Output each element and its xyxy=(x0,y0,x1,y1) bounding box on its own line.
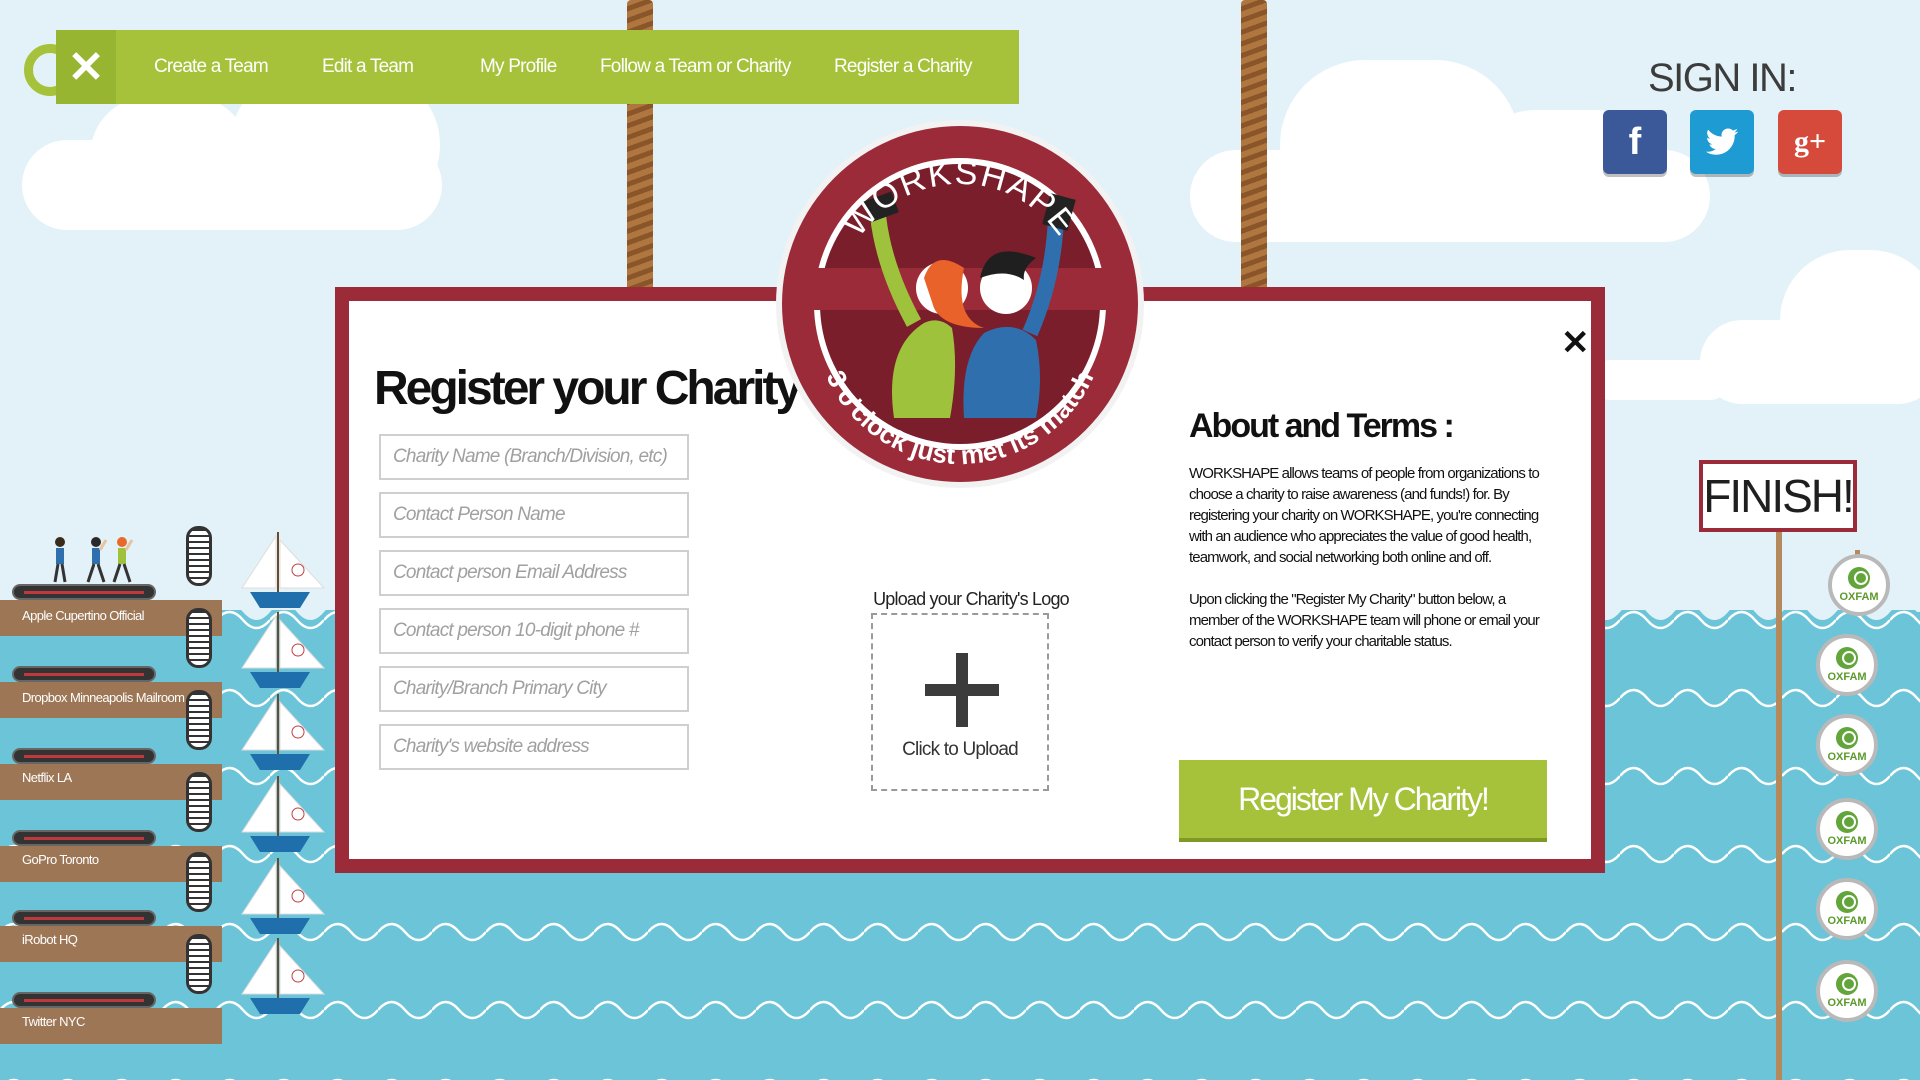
runner-figure xyxy=(86,537,108,583)
oxfam-badge-label: OXFAM xyxy=(1827,915,1867,927)
contact-name-input[interactable] xyxy=(379,492,689,538)
team-name: Netflix LA xyxy=(22,770,72,785)
modal-title: Register your Charity xyxy=(374,362,802,415)
oxfam-logo-icon xyxy=(1836,973,1858,995)
nav-follow-team-or-charity[interactable]: Follow a Team or Charity xyxy=(600,56,791,78)
contact-phone-input[interactable] xyxy=(379,608,689,654)
upload-button-text: Click to Upload xyxy=(902,739,1019,760)
sailboat-icon xyxy=(241,694,326,770)
upload-logo-dropzone[interactable]: Click to Upload xyxy=(871,613,1049,791)
oxfam-logo-icon xyxy=(1848,567,1870,589)
oxfam-badge-label: OXFAM xyxy=(1827,751,1867,763)
oxfam-logo-icon xyxy=(1836,811,1858,833)
sailboat-icon xyxy=(241,858,326,934)
contact-email-input[interactable] xyxy=(379,550,689,596)
close-icon[interactable]: ✕ xyxy=(56,30,116,104)
reel-icon xyxy=(186,690,212,750)
rope-right xyxy=(1241,0,1267,300)
oxfam-logo-icon xyxy=(1836,891,1858,913)
team-name: GoPro Toronto xyxy=(22,852,99,867)
sailboat-icon xyxy=(241,938,326,1014)
sailboat-icon xyxy=(241,612,326,688)
team-name: Apple Cupertino Official xyxy=(22,608,145,623)
oxfam-logo-icon xyxy=(1836,727,1858,749)
charity-website-input[interactable] xyxy=(379,724,689,770)
google-plus-icon[interactable]: g+ xyxy=(1778,110,1842,174)
upload-logo-label: Upload your Charity's Logo xyxy=(873,589,1070,609)
twitter-bird-icon xyxy=(1705,128,1738,155)
oxfam-badge[interactable]: OXFAM xyxy=(1816,634,1878,696)
runner-figure xyxy=(53,537,67,583)
twitter-icon[interactable] xyxy=(1690,110,1754,174)
about-terms-title: About and Terms : xyxy=(1189,407,1455,445)
finish-sign: FINISH! xyxy=(1699,460,1857,532)
register-charity-button[interactable]: Register My Charity! xyxy=(1179,760,1547,838)
sailboat-icon xyxy=(241,532,326,608)
finish-pole xyxy=(1776,532,1782,1080)
reel-icon xyxy=(186,934,212,994)
reel-icon xyxy=(186,852,212,912)
oxfam-badge-label: OXFAM xyxy=(1827,671,1867,683)
google-plus-glyph: g+ xyxy=(1793,125,1827,158)
facebook-icon[interactable]: f xyxy=(1603,110,1667,174)
nav-my-profile[interactable]: My Profile xyxy=(480,56,557,78)
team-name: Twitter NYC xyxy=(22,1014,85,1029)
team-name: iRobot HQ xyxy=(22,932,78,947)
reel-icon xyxy=(186,608,212,668)
cloud xyxy=(1590,360,1730,400)
treadmill xyxy=(12,830,156,846)
nav-create-team[interactable]: Create a Team xyxy=(154,56,269,78)
oxfam-badge[interactable]: OXFAM xyxy=(1816,878,1878,940)
oxfam-badge[interactable]: OXFAM xyxy=(1816,798,1878,860)
sign-in-title: SIGN IN: xyxy=(1648,56,1798,100)
cloud xyxy=(1780,250,1920,390)
oxfam-badge[interactable]: OXFAM xyxy=(1816,960,1878,1022)
facebook-glyph: f xyxy=(1628,120,1642,163)
cloud xyxy=(90,96,250,216)
plus-icon xyxy=(925,653,999,727)
treadmill xyxy=(12,584,156,600)
oxfam-badge-label: OXFAM xyxy=(1827,835,1867,847)
oxfam-badge-label: OXFAM xyxy=(1827,997,1867,1009)
treadmill xyxy=(12,910,156,926)
charity-name-input[interactable] xyxy=(379,434,689,480)
top-nav: ✕ Create a Team Edit a Team My Profile F… xyxy=(56,30,1019,104)
oxfam-badge[interactable]: OXFAM xyxy=(1816,714,1878,776)
sailboat-icon xyxy=(241,776,326,852)
nav-register-charity[interactable]: Register a Charity xyxy=(834,56,972,78)
modal-close-icon[interactable]: ✕ xyxy=(1561,323,1590,363)
treadmill xyxy=(12,992,156,1008)
oxfam-logo-icon xyxy=(1836,647,1858,669)
workshape-badge-logo: WORKSHAPE 3 o'clock just met its match xyxy=(776,120,1144,488)
oxfam-badge-label: OXFAM xyxy=(1839,591,1879,603)
team-name: Dropbox Minneapolis Mailroom xyxy=(22,690,185,705)
about-terms-body: WORKSHAPE allows teams of people from or… xyxy=(1189,463,1544,673)
reel-icon xyxy=(186,526,212,586)
about-paragraph: WORKSHAPE allows teams of people from or… xyxy=(1189,465,1540,566)
runner-figure xyxy=(112,537,134,583)
charity-city-input[interactable] xyxy=(379,666,689,712)
about-paragraph: Upon clicking the "Register My Charity" … xyxy=(1189,591,1540,650)
oxfam-badge[interactable]: OXFAM xyxy=(1828,554,1890,616)
treadmill xyxy=(12,748,156,764)
reel-icon xyxy=(186,772,212,832)
treadmill xyxy=(12,666,156,682)
nav-edit-team[interactable]: Edit a Team xyxy=(322,56,414,78)
